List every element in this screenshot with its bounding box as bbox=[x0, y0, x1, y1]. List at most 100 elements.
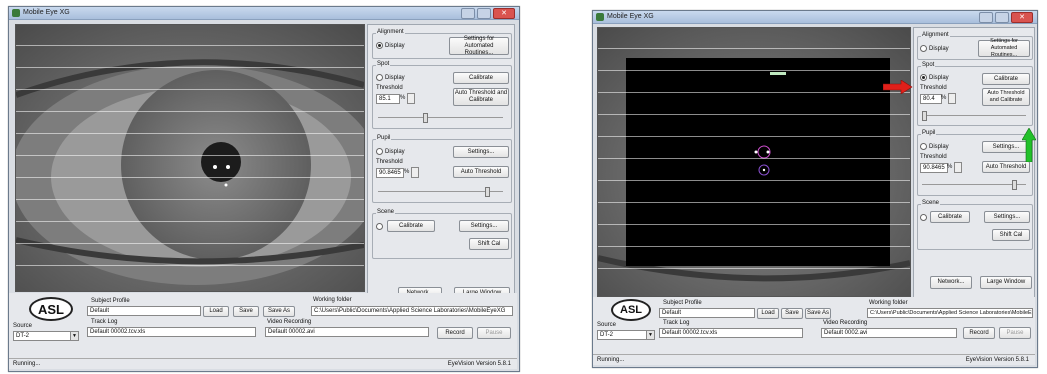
scene-calibrate-button[interactable]: Calibrate bbox=[930, 211, 970, 223]
subject-profile-input[interactable]: Default bbox=[87, 306, 201, 316]
pupil-threshold-input[interactable]: 90.8465 bbox=[376, 168, 404, 178]
red-arrow-icon bbox=[883, 80, 913, 94]
save-button[interactable]: Save bbox=[781, 308, 803, 319]
alignment-display-radio[interactable]: Display bbox=[920, 45, 949, 52]
minimize-button[interactable] bbox=[461, 8, 475, 19]
network-button[interactable]: Network... bbox=[930, 276, 972, 289]
scene-calibrate-button[interactable]: Calibrate bbox=[387, 220, 435, 232]
pupil-auto-threshold-button[interactable]: Auto Threshold bbox=[453, 166, 509, 178]
working-folder-label: Working folder bbox=[313, 297, 352, 303]
scene-group: Scene Calibrate Settings... Shift Cal bbox=[917, 200, 1033, 250]
record-button[interactable]: Record bbox=[437, 327, 473, 339]
control-panel: Alignment Display Settings for Automated… bbox=[913, 27, 1035, 299]
app-icon bbox=[12, 9, 20, 17]
track-log-input[interactable]: Default 00002.tcv.xls bbox=[659, 328, 803, 338]
scene-group: Scene Calibrate Settings... Shift Cal bbox=[372, 209, 512, 259]
scene-radio[interactable] bbox=[376, 223, 383, 230]
bottom-bar: ASL Source DT-2 ▼ Subject Profile Defaul… bbox=[593, 297, 1035, 365]
shift-cal-button[interactable]: Shift Cal bbox=[992, 229, 1030, 241]
pupil-display-radio[interactable]: Display bbox=[376, 148, 405, 155]
shift-cal-button[interactable]: Shift Cal bbox=[469, 238, 509, 250]
chevron-down-icon[interactable]: ▼ bbox=[70, 332, 78, 340]
settings-automated-routines-button[interactable]: Settings for Automated Routines... bbox=[449, 36, 509, 56]
subject-profile-label: Subject Profile bbox=[663, 300, 702, 306]
radio-icon bbox=[376, 74, 383, 81]
spot-threshold-slider[interactable] bbox=[378, 117, 503, 118]
pupil-display-label: Display bbox=[929, 143, 949, 150]
spot-threshold-spinner[interactable] bbox=[407, 93, 415, 104]
spot-calibrate-button[interactable]: Calibrate bbox=[453, 72, 509, 84]
pupil-slider-thumb[interactable] bbox=[1012, 180, 1017, 190]
alignment-group: Alignment Display Settings for Automated… bbox=[372, 29, 512, 59]
radio-icon bbox=[376, 148, 383, 155]
video-recording-input[interactable]: Default 00002.avi bbox=[265, 327, 429, 337]
pupil-label: Pupil bbox=[376, 135, 392, 141]
app-icon bbox=[596, 13, 604, 21]
alignment-label: Alignment bbox=[376, 29, 405, 35]
alignment-display-radio[interactable]: Display bbox=[376, 42, 405, 49]
save-as-button[interactable]: Save As bbox=[805, 308, 831, 319]
pause-button[interactable]: Pause bbox=[999, 327, 1031, 339]
scene-settings-button[interactable]: Settings... bbox=[984, 211, 1030, 223]
pupil-percent-label: % bbox=[404, 169, 410, 175]
maximize-button[interactable] bbox=[995, 12, 1009, 23]
track-log-label: Track Log bbox=[663, 320, 690, 326]
pupil-slider-thumb[interactable] bbox=[485, 187, 490, 197]
load-button[interactable]: Load bbox=[203, 306, 229, 317]
spot-slider-thumb[interactable] bbox=[423, 113, 428, 123]
auto-threshold-calibrate-button[interactable]: Auto Threshold and Calibrate bbox=[453, 88, 509, 106]
record-button[interactable]: Record bbox=[963, 327, 995, 339]
source-select[interactable]: DT-2 ▼ bbox=[597, 330, 655, 340]
track-log-label: Track Log bbox=[91, 319, 118, 325]
large-window-button[interactable]: Large Window bbox=[980, 276, 1032, 289]
source-label: Source bbox=[13, 323, 33, 329]
close-button[interactable]: ✕ bbox=[493, 8, 515, 19]
save-button[interactable]: Save bbox=[233, 306, 259, 317]
working-folder-input[interactable]: C:\Users\Public\Documents\Applied Scienc… bbox=[311, 306, 513, 316]
chevron-down-icon[interactable]: ▼ bbox=[646, 331, 654, 339]
spot-threshold-input[interactable]: 85.1 bbox=[376, 94, 400, 104]
version-text: EyeVision Version 5.8.1 bbox=[965, 357, 1029, 363]
spot-slider-thumb[interactable] bbox=[922, 111, 927, 121]
maximize-button[interactable] bbox=[477, 8, 491, 19]
status-bar: Running... EyeVision Version 5.8.1 bbox=[9, 358, 517, 369]
pupil-threshold-spinner[interactable] bbox=[411, 167, 419, 178]
pause-button[interactable]: Pause bbox=[477, 327, 511, 339]
scene-radio[interactable] bbox=[920, 214, 927, 221]
spot-display-radio[interactable]: Display bbox=[920, 74, 949, 81]
scene-settings-button[interactable]: Settings... bbox=[459, 220, 509, 232]
right-app-window: Mobile Eye XG ✕ Alignment Display Settin… bbox=[592, 10, 1038, 368]
spot-threshold-slider[interactable] bbox=[922, 115, 1026, 116]
pupil-threshold-spinner[interactable] bbox=[954, 162, 962, 173]
spot-threshold-spinner[interactable] bbox=[948, 93, 956, 104]
track-log-input[interactable]: Default 00002.tcv.xls bbox=[87, 327, 256, 337]
source-select[interactable]: DT-2 ▼ bbox=[13, 331, 79, 341]
pupil-settings-button[interactable]: Settings... bbox=[453, 146, 509, 158]
radio-icon bbox=[920, 143, 927, 150]
load-button[interactable]: Load bbox=[757, 308, 779, 319]
settings-automated-routines-button[interactable]: Settings for Automated Routines... bbox=[978, 38, 1030, 58]
source-label: Source bbox=[597, 322, 617, 328]
pupil-group: Pupil Display Settings... Threshold 90.8… bbox=[917, 130, 1033, 196]
spot-calibrate-button[interactable]: Calibrate bbox=[982, 73, 1030, 85]
radio-selected-icon bbox=[376, 42, 383, 49]
spot-display-radio[interactable]: Display bbox=[376, 74, 405, 81]
video-recording-input[interactable]: Default 0002.avi bbox=[821, 328, 957, 338]
auto-threshold-calibrate-button[interactable]: Auto Threshold and Calibrate bbox=[982, 88, 1030, 106]
spot-threshold-input[interactable]: 80.4 bbox=[920, 94, 942, 104]
pupil-percent-label: % bbox=[947, 164, 953, 170]
radio-icon bbox=[376, 223, 383, 230]
spot-display-label: Display bbox=[385, 74, 405, 81]
pupil-threshold-input[interactable]: 90.8465 bbox=[920, 163, 948, 173]
pupil-auto-threshold-button[interactable]: Auto Threshold bbox=[982, 161, 1030, 173]
close-button[interactable]: ✕ bbox=[1011, 12, 1033, 23]
radio-icon bbox=[920, 214, 927, 221]
subject-profile-input[interactable]: Default bbox=[659, 308, 755, 318]
pupil-threshold-slider[interactable] bbox=[922, 184, 1026, 185]
control-panel: Alignment Display Settings for Automated… bbox=[367, 24, 515, 310]
pupil-threshold-label: Threshold bbox=[920, 154, 947, 160]
pupil-display-radio[interactable]: Display bbox=[920, 143, 949, 150]
minimize-button[interactable] bbox=[979, 12, 993, 23]
save-as-button[interactable]: Save As bbox=[263, 306, 295, 317]
working-folder-input[interactable]: C:\Users\Public\Documents\Applied Scienc… bbox=[867, 308, 1033, 318]
